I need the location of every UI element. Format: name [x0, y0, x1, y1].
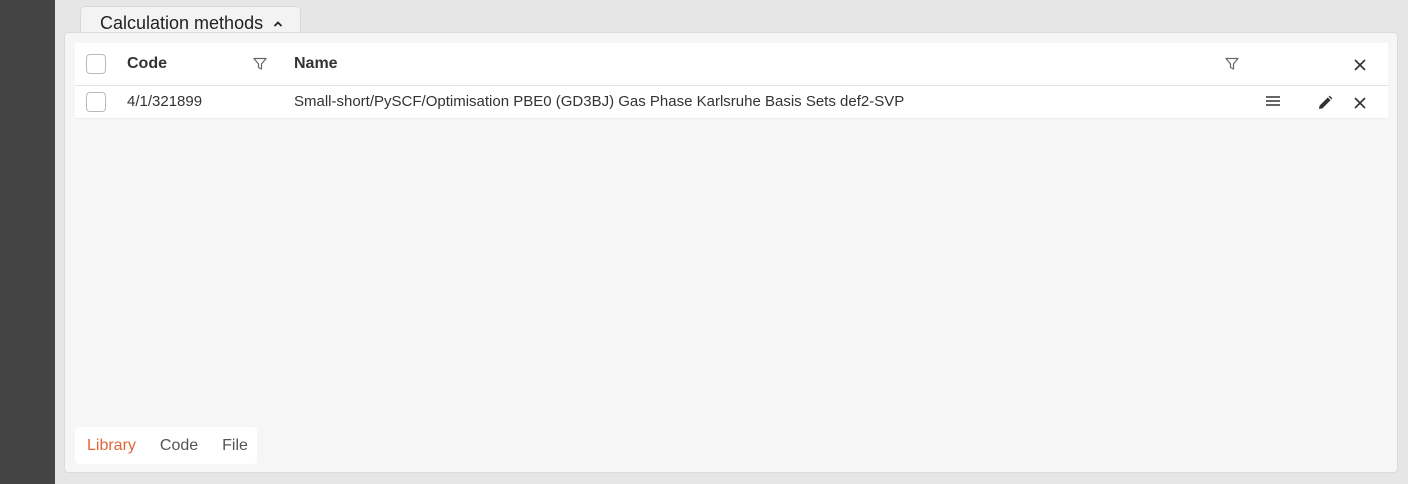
section-title: Calculation methods	[100, 13, 264, 33]
tab-code[interactable]: Code	[148, 437, 210, 455]
calculation-methods-panel: Code Name 4/1/321899 Small-short/PySCF/O…	[64, 32, 1398, 473]
column-header-code[interactable]: Code	[127, 43, 167, 85]
filter-icon[interactable]	[249, 53, 271, 75]
close-icon[interactable]	[1349, 54, 1371, 76]
column-header-name[interactable]: Name	[294, 43, 338, 85]
tab-library[interactable]: Library	[75, 437, 148, 455]
methods-table: Code Name 4/1/321899 Small-short/PySCF/O…	[75, 43, 1388, 119]
edit-icon[interactable]	[1314, 92, 1336, 114]
tab-file[interactable]: File	[210, 437, 260, 455]
table-header: Code Name	[75, 43, 1388, 86]
row-checkbox[interactable]	[86, 92, 106, 112]
close-icon[interactable]	[1349, 92, 1371, 114]
select-all-checkbox[interactable]	[86, 54, 106, 74]
table-row[interactable]: 4/1/321899 Small-short/PySCF/Optimisatio…	[75, 86, 1388, 119]
row-name: Small-short/PySCF/Optimisation PBE0 (GD3…	[294, 93, 905, 110]
chevron-up-icon	[272, 18, 284, 30]
left-sidebar-rail	[0, 0, 55, 484]
filter-icon[interactable]	[1221, 53, 1243, 75]
source-tabs: Library Code File	[75, 427, 257, 464]
menu-icon[interactable]	[1262, 90, 1284, 112]
row-code: 4/1/321899	[127, 93, 203, 110]
